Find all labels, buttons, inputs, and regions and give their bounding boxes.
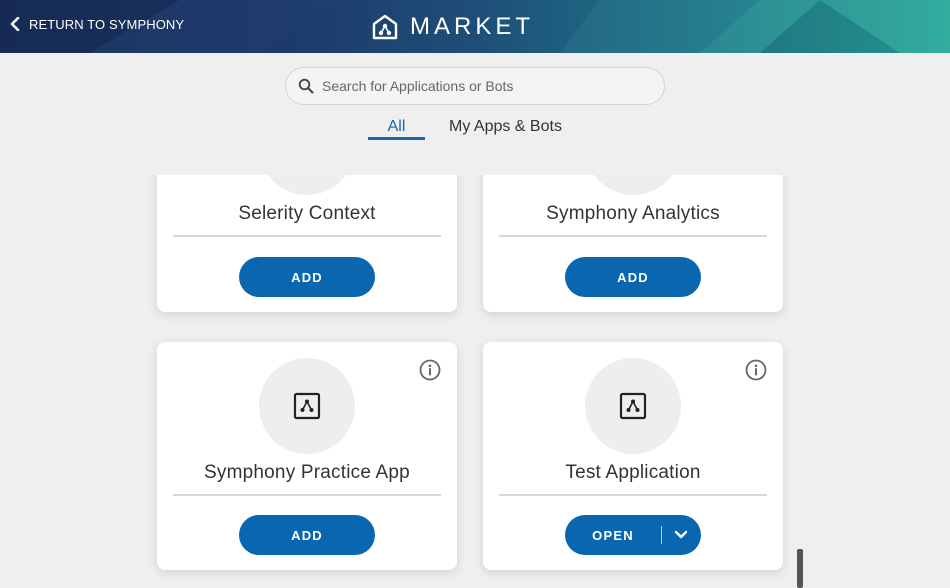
- app-card-symphony-practice-app: Symphony Practice App ADD: [157, 342, 457, 570]
- app-name: Selerity Context: [238, 203, 376, 224]
- app-card-test-application: Test Application OPEN: [483, 342, 783, 570]
- app-grid[interactable]: Selerity Context ADD Symphony Analytics …: [0, 175, 950, 588]
- symphony-logo-icon: [372, 14, 398, 40]
- app-avatar: [585, 358, 681, 454]
- market-title: MARKET: [410, 13, 535, 40]
- app-placeholder-icon: [293, 392, 321, 420]
- scrollbar-track[interactable]: [795, 175, 805, 588]
- return-to-symphony-link[interactable]: RETURN TO SYMPHONY: [10, 14, 184, 34]
- app-name: Symphony Analytics: [546, 203, 720, 224]
- card-divider: [173, 235, 441, 237]
- add-button[interactable]: ADD: [239, 515, 375, 555]
- open-options-dropdown[interactable]: [662, 515, 700, 555]
- market-brand: MARKET: [372, 12, 534, 42]
- scrollbar-thumb[interactable]: [797, 549, 803, 588]
- app-name: Test Application: [565, 462, 701, 483]
- app-name: Symphony Practice App: [204, 462, 410, 483]
- info-icon[interactable]: [419, 359, 441, 381]
- search-icon: [298, 78, 314, 94]
- tab-my-apps-and-bots[interactable]: My Apps & Bots: [449, 118, 562, 136]
- info-icon[interactable]: [745, 359, 767, 381]
- tab-all-label: All: [387, 118, 406, 135]
- app-card-symphony-analytics: Symphony Analytics ADD: [483, 175, 783, 312]
- card-divider: [499, 494, 767, 496]
- app-avatar: [259, 358, 355, 454]
- app-card-selerity-context: Selerity Context ADD: [157, 175, 457, 312]
- chevron-down-icon: [674, 530, 688, 539]
- tab-my-apps-label: My Apps & Bots: [449, 118, 562, 135]
- card-divider: [499, 235, 767, 237]
- search-input[interactable]: [322, 78, 642, 94]
- app-avatar: [259, 175, 355, 195]
- active-tab-indicator: [368, 137, 425, 140]
- app-avatar: [585, 175, 681, 195]
- market-header: RETURN TO SYMPHONY MARKET: [0, 0, 950, 53]
- search-bar[interactable]: [285, 67, 665, 105]
- add-button[interactable]: ADD: [565, 257, 701, 297]
- chevron-left-icon: [10, 17, 20, 31]
- open-split-button: OPEN: [565, 515, 701, 555]
- open-button[interactable]: OPEN: [565, 528, 661, 543]
- card-divider: [173, 494, 441, 496]
- tab-all[interactable]: All: [368, 118, 425, 142]
- app-placeholder-icon: [619, 392, 647, 420]
- return-to-symphony-label: RETURN TO SYMPHONY: [29, 16, 185, 32]
- add-button[interactable]: ADD: [239, 257, 375, 297]
